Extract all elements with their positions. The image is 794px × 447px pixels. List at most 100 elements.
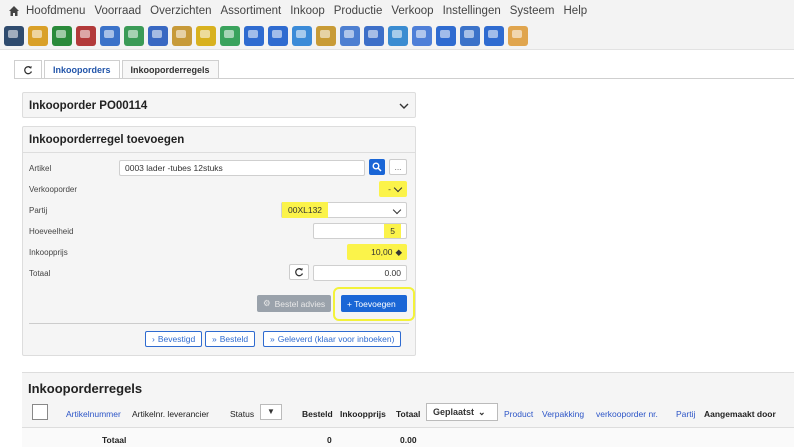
refresh-icon	[295, 268, 304, 277]
tab-inkooporderregels[interactable]: Inkooporderregels	[121, 60, 219, 78]
toolbar-icon-16[interactable]	[364, 25, 384, 46]
lines-grid: Inkooporderregels Artikelnummer Artikeln…	[22, 372, 794, 447]
totaal-label: Totaal	[29, 268, 51, 278]
menu-systeem[interactable]: Systeem	[510, 5, 555, 17]
partij-label: Partij	[29, 205, 48, 215]
menu-productie[interactable]: Productie	[334, 5, 383, 17]
home-icon[interactable]	[8, 5, 20, 17]
search-icon	[372, 162, 382, 172]
divider	[29, 323, 409, 324]
toolbar-icon-1[interactable]	[4, 25, 24, 46]
double-chevron-icon: »	[212, 334, 217, 344]
gear-icon: ⚙	[263, 298, 271, 308]
order-title: Inkooporder PO00114	[29, 100, 148, 112]
recalc-button[interactable]	[289, 264, 309, 280]
ellipsis-button[interactable]: ...	[389, 159, 407, 175]
toolbar-icon-7[interactable]	[148, 25, 168, 46]
artikel-value: 0003 lader -tubes 12stuks	[125, 163, 223, 173]
geleverd-button[interactable]: » Geleverd (klaar voor inboeken)	[263, 331, 402, 347]
menu-voorraad[interactable]: Voorraad	[94, 5, 141, 17]
menu-overzichten[interactable]: Overzichten	[150, 5, 211, 17]
geplaatst-dropdown[interactable]: Geplaatst ⌄	[426, 403, 498, 421]
col-totaal[interactable]: Totaal	[396, 409, 420, 419]
search-button[interactable]	[369, 159, 385, 175]
toolbar-icon-12[interactable]	[268, 25, 288, 46]
double-chevron-icon: »	[270, 334, 275, 344]
totaal-value: 0.00	[384, 268, 401, 278]
toolbar-icon-20[interactable]	[460, 25, 480, 46]
refresh-icon	[24, 65, 33, 74]
toolbar-icon-21[interactable]	[484, 25, 504, 46]
menu-verkoop[interactable]: Verkoop	[391, 5, 433, 17]
tab-strip: Inkooporders Inkooporderregels	[14, 60, 221, 78]
menu-hoofdmenu[interactable]: Hoofdmenu	[26, 5, 85, 17]
bevestigd-button[interactable]: › Bevestigd	[145, 331, 203, 347]
toolbar-icon-3[interactable]	[52, 25, 72, 46]
add-line-panel: Inkooporderregel toevoegen Artikel 0003 …	[22, 126, 416, 356]
col-besteld[interactable]: Besteld	[302, 409, 333, 419]
toolbar-icon-2[interactable]	[28, 25, 48, 46]
inkoopprijs-value: 10,00	[371, 247, 393, 257]
bestel-advies-button[interactable]: ⚙ Bestel advies	[257, 295, 332, 312]
currency-icon: ◆	[395, 246, 402, 257]
col-artikelnr-lev[interactable]: Artikelnr. leverancier	[132, 409, 209, 419]
besteld-label: Besteld	[219, 334, 249, 344]
menu-help[interactable]: Help	[564, 5, 588, 17]
hoeveelheid-field[interactable]: 5	[313, 223, 407, 239]
tab-inkooporders[interactable]: Inkooporders	[44, 60, 120, 78]
toolbar-icon-19[interactable]	[436, 25, 456, 46]
col-verkooporder-nr[interactable]: verkooporder nr.	[596, 409, 658, 419]
col-verpakking[interactable]: Verpakking	[542, 409, 584, 419]
totaal-field: 0.00	[313, 265, 407, 281]
tab-divider	[14, 78, 794, 79]
chevron-down-icon[interactable]	[399, 102, 409, 110]
chevron-down-icon: ⌄	[478, 406, 486, 417]
verkooporder-select[interactable]: -	[379, 181, 407, 197]
bevestigd-label: Bevestigd	[157, 334, 196, 344]
col-inkoopprijs[interactable]: Inkoopprijs	[340, 409, 386, 419]
besteld-button[interactable]: » Besteld	[205, 331, 256, 347]
toolbar-icon-8[interactable]	[172, 25, 192, 46]
highlight-marker	[333, 287, 415, 321]
footer-besteld: 0	[327, 435, 332, 445]
col-partij[interactable]: Partij	[676, 409, 695, 419]
toolbar-icon-14[interactable]	[316, 25, 336, 46]
col-aangemaakt-door[interactable]: Aangemaakt door	[704, 409, 776, 419]
toolbar-icon-15[interactable]	[340, 25, 360, 46]
partij-select[interactable]: 00XL132	[281, 202, 407, 218]
col-status[interactable]: Status	[230, 409, 254, 419]
menu-instellingen[interactable]: Instellingen	[443, 5, 501, 17]
toolbar-icon-22[interactable]	[508, 25, 528, 46]
toolbar-icon-6[interactable]	[124, 25, 144, 46]
geplaatst-label: Geplaatst	[433, 407, 475, 417]
toolbar-icon-18[interactable]	[412, 25, 432, 46]
toolbar-icon-11[interactable]	[244, 25, 264, 46]
artikel-field[interactable]: 0003 lader -tubes 12stuks	[119, 160, 365, 176]
toolbar-icon-13[interactable]	[292, 25, 312, 46]
bestel-advies-label: Bestel advies	[274, 298, 326, 309]
form-title: Inkooporderregel toevoegen	[29, 133, 185, 146]
status-filter-button[interactable]: ▼	[260, 404, 282, 420]
hoeveelheid-label: Hoeveelheid	[29, 226, 74, 236]
menu-assortiment[interactable]: Assortiment	[221, 5, 282, 17]
inkoopprijs-field[interactable]: 10,00 ◆	[347, 244, 407, 260]
artikel-label: Artikel	[29, 163, 52, 173]
grid-title: Inkooporderregels	[28, 381, 143, 396]
toolbar-icon-17[interactable]	[388, 25, 408, 46]
partij-value: 00XL132	[282, 202, 329, 218]
order-panel: Inkooporder PO00114	[22, 92, 416, 118]
toolbar-icon-9[interactable]	[196, 25, 216, 46]
toolbar-icon-5[interactable]	[100, 25, 120, 46]
tab-refresh[interactable]	[14, 60, 42, 78]
chevron-down-icon	[392, 205, 402, 215]
select-all-checkbox[interactable]	[32, 404, 48, 420]
hoeveelheid-value: 5	[384, 224, 401, 238]
footer-totaal: 0.00	[400, 435, 417, 445]
chevron-down-icon	[393, 183, 403, 193]
toolbar-icon-10[interactable]	[220, 25, 240, 46]
verkooporder-label: Verkooporder	[29, 184, 78, 194]
menu-inkoop[interactable]: Inkoop	[290, 5, 325, 17]
col-artikelnummer[interactable]: Artikelnummer	[66, 409, 121, 419]
toolbar-icon-4[interactable]	[76, 25, 96, 46]
col-product[interactable]: Product	[504, 409, 533, 419]
